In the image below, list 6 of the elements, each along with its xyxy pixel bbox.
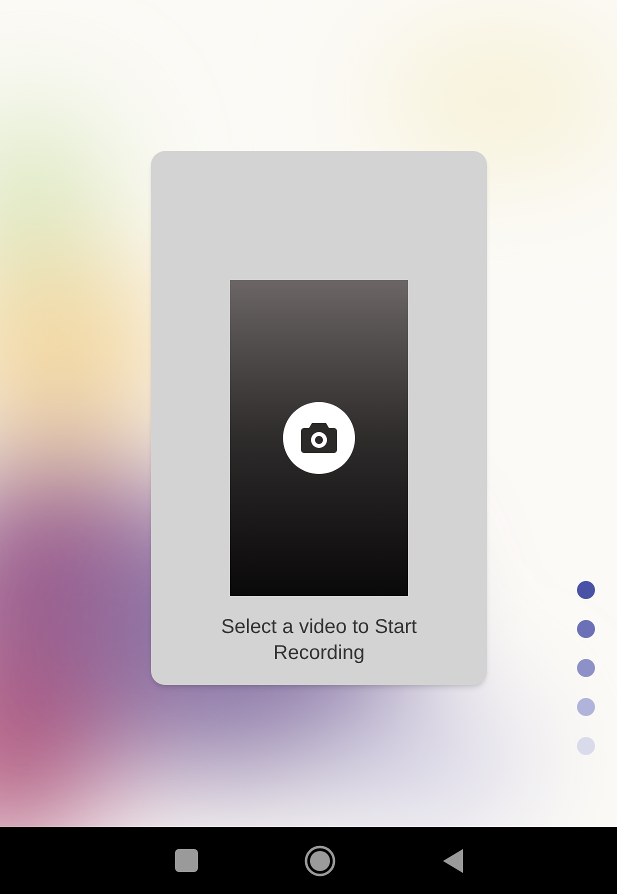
recents-button[interactable] <box>175 849 198 872</box>
video-preview[interactable] <box>230 280 408 596</box>
camera-icon <box>300 421 338 455</box>
home-button[interactable] <box>304 844 336 876</box>
back-button[interactable] <box>442 848 464 874</box>
instruction-text: Select a video to Start Recording <box>220 615 418 666</box>
